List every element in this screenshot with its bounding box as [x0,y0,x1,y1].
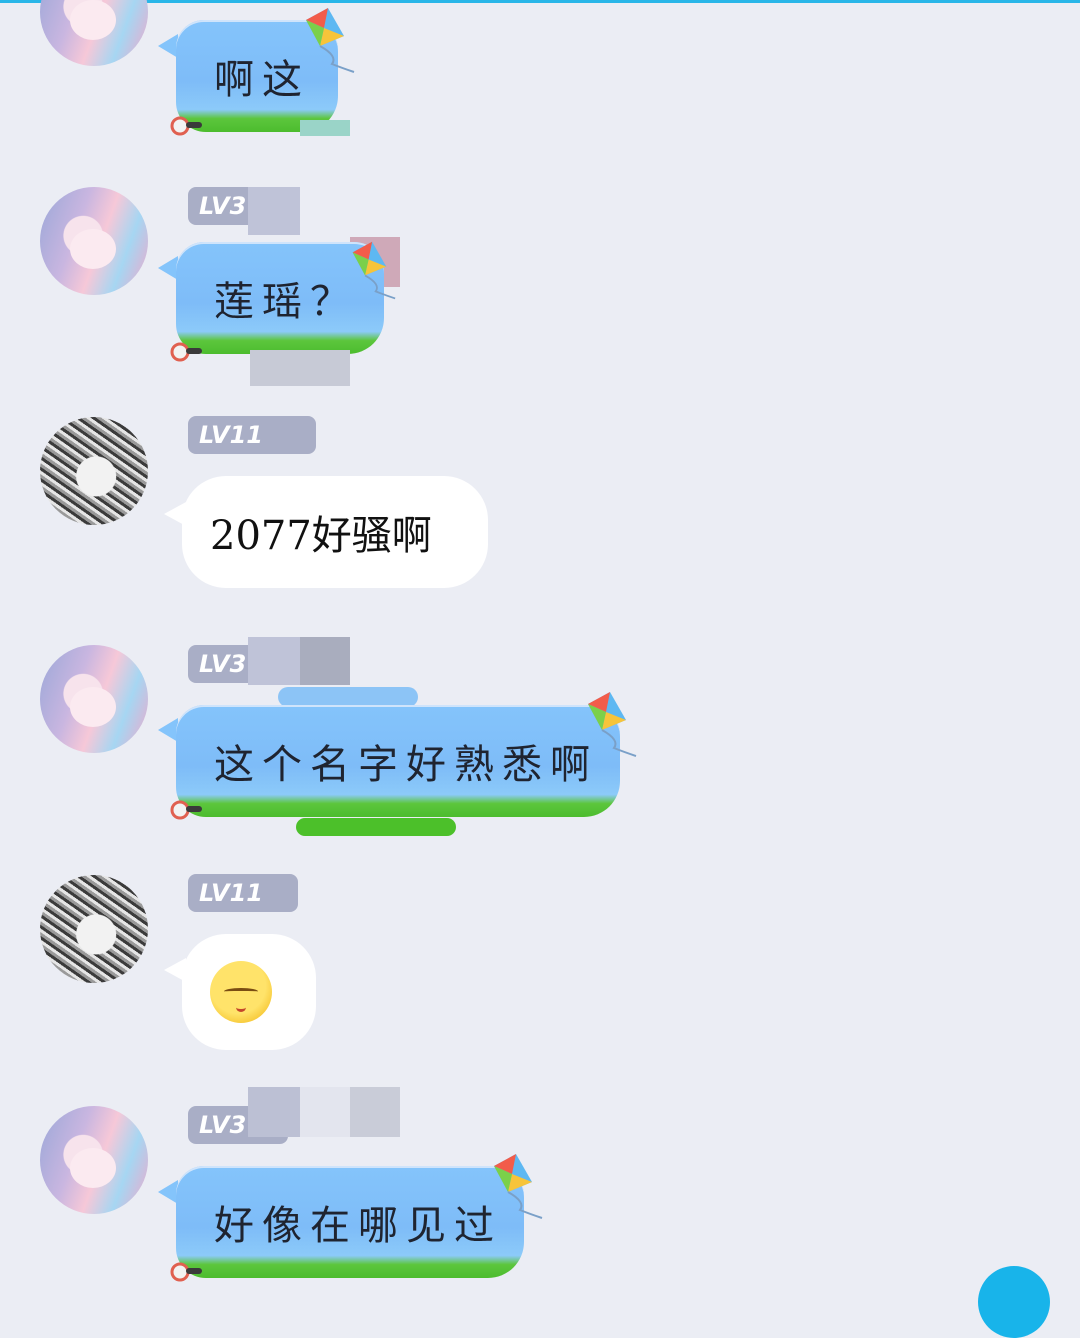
level-label: LV11 [199,421,263,449]
level-label: LV11 [199,879,263,907]
kite-icon [494,1154,543,1219]
level-label: LV3 [199,1111,247,1139]
level-badge: LV11 [188,874,298,912]
message-text: 2077好骚啊 [210,513,432,559]
message-bubble[interactable] [182,934,316,1050]
message-text: 莲瑶？ [214,279,358,325]
message-text: 好像在哪见过 [214,1203,502,1249]
avatar[interactable] [40,417,148,525]
blurred-name [248,1087,300,1137]
message-bubble[interactable]: 这个名字好熟悉啊 [176,705,620,817]
avatar[interactable] [40,187,148,295]
kite-icon [588,692,637,757]
blurred-area [296,818,456,836]
avatar[interactable] [40,875,148,983]
message-text: 啊这 [214,57,310,103]
level-badge: LV11 [188,416,316,454]
message-text: 这个名字好熟悉啊 [214,742,598,788]
bubble-tail [158,256,178,280]
bubble-tail [158,34,178,58]
kite-icon [352,241,396,300]
message-bubble[interactable]: 好像在哪见过 [176,1166,524,1278]
blurred-name [248,637,300,685]
level-label: LV3 [199,192,247,220]
blurred-name [350,1087,400,1137]
bubble-tail [158,718,178,742]
blurred-name [248,187,300,235]
reel-icon [170,1262,202,1282]
blurred-area [250,350,350,386]
pensive-face-icon [210,961,272,1023]
blurred-area [278,687,418,707]
blurred-name [300,1087,350,1137]
bubble-tail [158,1180,178,1204]
reel-icon [170,342,202,362]
blurred-area [300,120,350,136]
floating-action-button[interactable] [978,1266,1050,1338]
message-bubble[interactable]: 2077好骚啊 [182,476,488,588]
avatar[interactable] [40,645,148,753]
kite-icon [306,8,355,73]
level-label: LV3 [199,650,247,678]
reel-icon [170,116,202,136]
top-accent-line [0,0,1080,3]
avatar[interactable] [40,0,148,66]
reel-icon [170,800,202,820]
avatar[interactable] [40,1106,148,1214]
blurred-name [300,637,350,685]
